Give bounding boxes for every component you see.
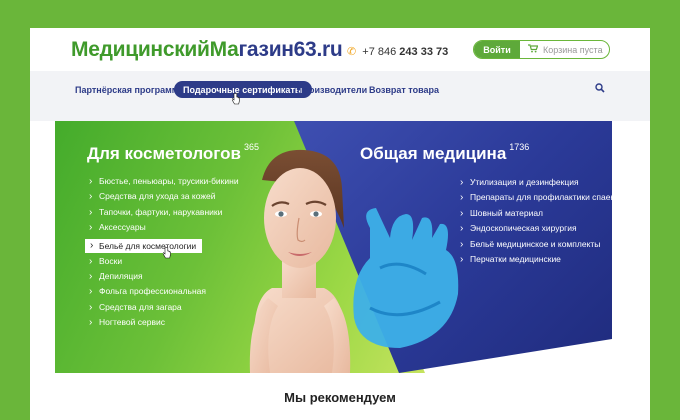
medicine-category-item[interactable]: Эндоскопическая хирургия <box>460 221 614 237</box>
medicine-category-item[interactable]: Бельё медицинское и комплекты <box>460 237 614 253</box>
cosmetology-count: 365 <box>243 142 260 152</box>
cosmetology-category-item-highlighted[interactable]: Бельё для косметологии <box>85 238 203 253</box>
cosmetology-category-item[interactable]: Аксессуары <box>89 220 239 236</box>
page-frame: МедицинскийМагазин63.ru ✆ +7 846 243 33 … <box>30 28 650 420</box>
login-button[interactable]: Войти <box>474 41 520 58</box>
hero-left-margin <box>30 121 55 373</box>
medicine-category-item[interactable]: Перчатки медицинские <box>460 252 614 268</box>
medicine-category-list: Утилизация и дезинфекция Препараты для п… <box>460 175 614 268</box>
auth-cart-widget: Войти Корзина пуста <box>473 40 610 59</box>
site-logo[interactable]: МедицинскийМагазин63.ru <box>71 38 343 62</box>
medicine-category-item[interactable]: Утилизация и дезинфекция <box>460 175 614 191</box>
medicine-category-item[interactable]: Препараты для профилактики спаек <box>460 190 614 206</box>
cart-label: Корзина пуста <box>543 44 603 55</box>
cosmetology-category-item[interactable]: Фольга профессиональная <box>89 284 239 300</box>
cosmetology-category-item[interactable]: Ногтевой сервис <box>89 315 239 331</box>
logo-part-blue: газин63.ru <box>238 38 343 61</box>
cosmetology-category-item[interactable]: Бюстье, пеньюары, трусики-бикини <box>89 174 239 190</box>
recommend-heading: Мы рекомендуем <box>284 390 396 405</box>
cosmetology-title[interactable]: Для косметологов 365 <box>87 142 260 164</box>
hand-cursor-icon <box>163 247 171 259</box>
hand-cursor-icon <box>232 93 240 105</box>
medicine-category-item[interactable]: Шовный материал <box>460 206 614 222</box>
phone-number: 243 33 73 <box>399 46 449 58</box>
phone-icon: ✆ <box>347 46 357 58</box>
medicine-title[interactable]: Общая медицина 1736 <box>360 142 530 164</box>
cosmetology-category-item[interactable]: Средства для ухода за кожей <box>89 189 239 205</box>
nav-item-partner-program[interactable]: Партнёрская программа <box>75 81 183 98</box>
cosmetology-title-text: Для косметологов <box>87 144 241 163</box>
nav-item-gift-certificates[interactable]: Подарочные сертификаты <box>174 81 312 98</box>
phone-prefix: +7 846 <box>362 46 397 58</box>
cosmetology-category-item[interactable]: Депиляция <box>89 269 239 285</box>
nav-item-manufacturers[interactable]: Производители <box>297 81 367 98</box>
cart-button[interactable]: Корзина пуста <box>520 41 609 58</box>
logo-part-green: МедицинскийМа <box>71 38 239 61</box>
search-icon[interactable] <box>595 83 605 96</box>
medicine-title-text: Общая медицина <box>360 144 507 163</box>
cosmetology-category-item[interactable]: Тапочки, фартуки, нарукавники <box>89 205 239 221</box>
header-phone[interactable]: ✆ +7 846 243 33 73 <box>347 45 448 58</box>
nav-item-returns[interactable]: Возврат товара <box>369 81 439 98</box>
main-nav: Партнёрская программа Подарочные сертифи… <box>30 71 650 121</box>
medicine-count: 1736 <box>509 142 530 152</box>
cart-icon <box>528 44 539 55</box>
cosmetology-category-item[interactable]: Средства для загара <box>89 300 239 316</box>
